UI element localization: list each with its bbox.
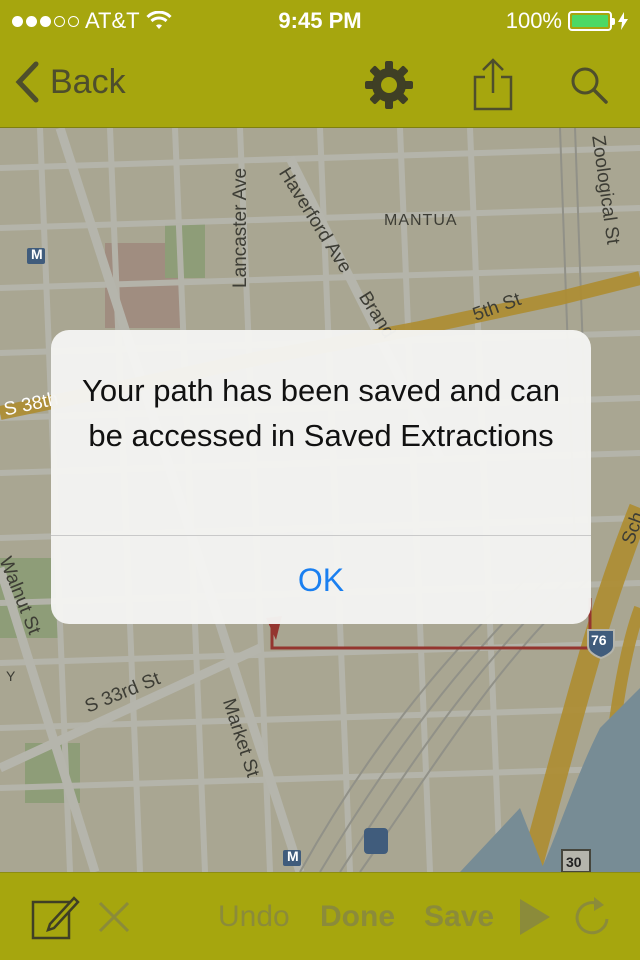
navigation-bar: Back (0, 40, 640, 128)
share-button[interactable] (466, 58, 520, 112)
settings-button[interactable] (362, 58, 416, 112)
ok-button[interactable]: OK (51, 536, 591, 624)
search-icon (571, 67, 608, 104)
map-label-y: Y (6, 668, 16, 684)
save-button[interactable]: Save (424, 873, 494, 960)
back-label: Back (50, 62, 126, 101)
redo-icon (575, 897, 609, 935)
gear-icon (365, 61, 413, 109)
delete-button[interactable] (94, 873, 134, 960)
done-label: Done (320, 900, 395, 933)
edit-button[interactable] (28, 873, 82, 960)
status-bar: AT&T 9:45 PM 100% (0, 0, 640, 40)
map-label-mantua: MANTUA (384, 212, 458, 229)
undo-button[interactable]: Undo (218, 873, 290, 960)
alert-dialog: Your path has been saved and can be acce… (51, 330, 591, 624)
done-button[interactable]: Done (320, 873, 395, 960)
metro-station-icon: M (287, 848, 299, 864)
search-button[interactable] (562, 58, 616, 112)
battery-percent: 100% (505, 8, 562, 33)
chevron-left-icon (15, 61, 39, 103)
metro-station-icon: M (31, 246, 43, 262)
bottom-toolbar: Undo Done Save (0, 872, 640, 960)
battery-group: 100% (506, 8, 628, 34)
alert-message: Your path has been saved and can be acce… (81, 373, 561, 453)
save-label: Save (424, 900, 495, 933)
charging-icon (618, 12, 628, 30)
share-icon (473, 58, 513, 111)
map-label-lancaster-ave: Lancaster Ave (230, 167, 251, 288)
back-button[interactable]: Back (14, 60, 126, 104)
battery-icon (568, 11, 615, 31)
play-icon (520, 899, 550, 935)
undo-label: Undo (218, 900, 290, 933)
play-button[interactable] (518, 873, 552, 960)
close-icon (98, 901, 130, 933)
highway-30-shield: 30 (566, 854, 582, 870)
redo-button[interactable] (570, 873, 614, 960)
highway-76-shield: 76 (591, 632, 607, 648)
edit-icon (31, 896, 80, 940)
